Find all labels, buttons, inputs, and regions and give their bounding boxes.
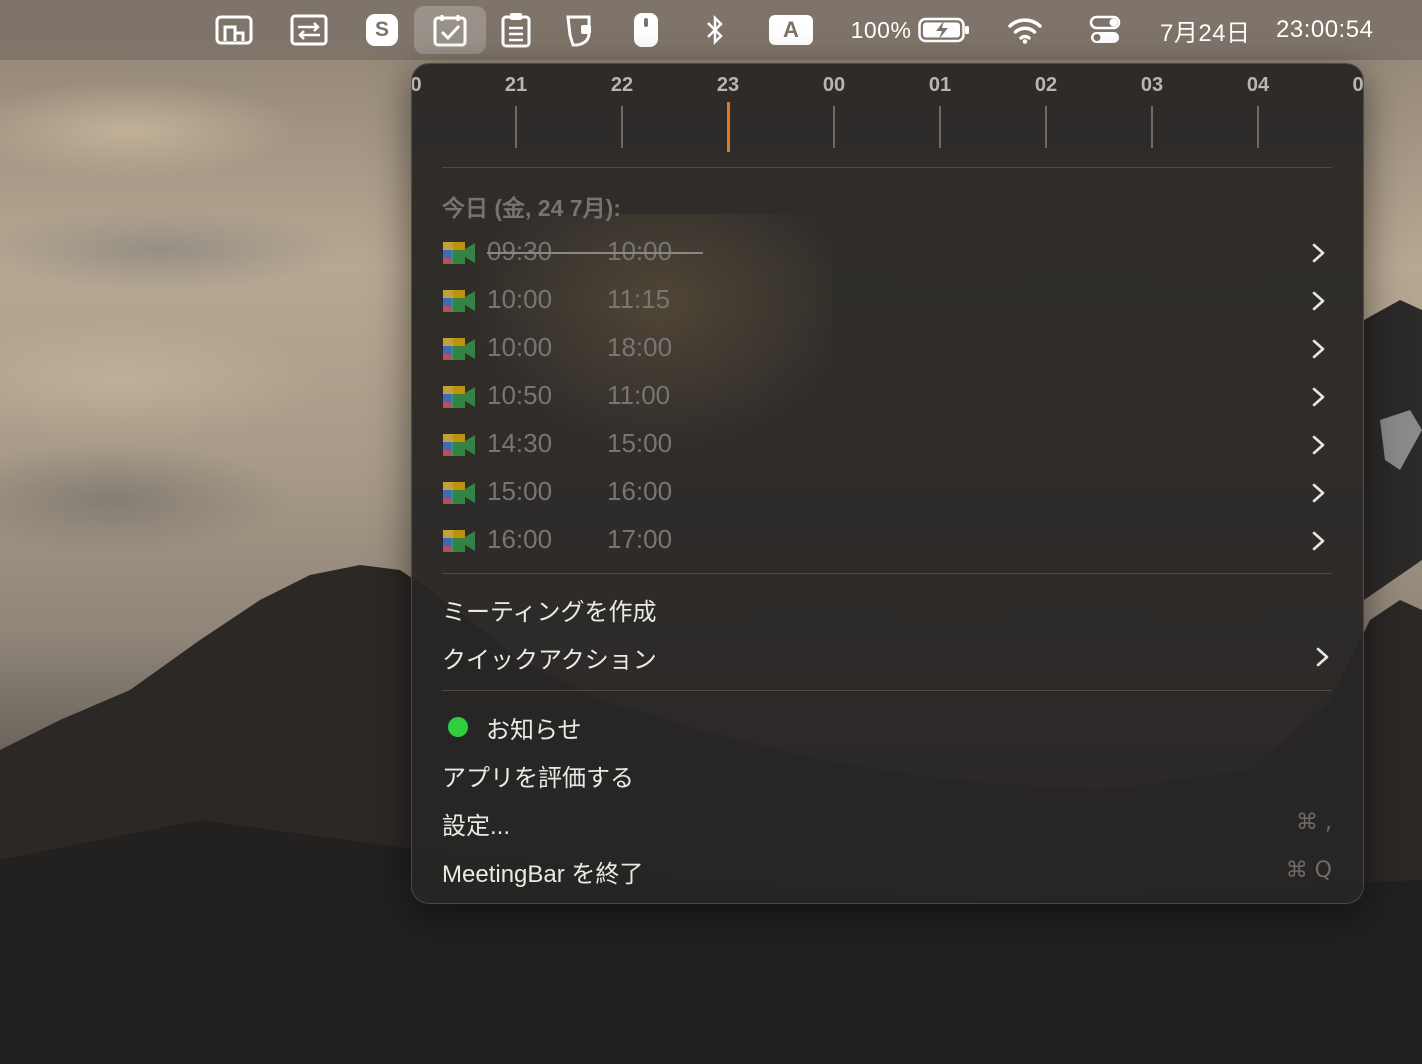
event-start-time: 10:00 [487, 284, 553, 314]
meetingbar-icon[interactable] [430, 0, 470, 60]
preferences-label: 設定... [442, 812, 511, 840]
divider [442, 573, 1332, 574]
timeline-tick [833, 106, 835, 148]
event-strikethrough [487, 252, 703, 254]
create-meeting-label: ミーティングを作成 [442, 598, 657, 626]
today-heading: 今日 (金, 24 7月): [442, 195, 621, 221]
event-row[interactable]: 15:00 16:00 [437, 469, 1342, 517]
event-row[interactable]: 16:00 17:00 [437, 517, 1342, 565]
timeline-hour-label: 23 [716, 74, 740, 96]
timeline-hour-label: 0 [411, 74, 422, 96]
timeline-hour-label: 03 [1140, 74, 1164, 96]
event-row[interactable]: 14:30 15:00 [437, 421, 1342, 469]
event-start-time: 10:00 [487, 332, 553, 362]
google-meet-icon [443, 242, 475, 264]
google-meet-icon [443, 386, 475, 408]
quick-actions-item[interactable]: クイックアクション [442, 634, 1332, 680]
timeline-now-marker [726, 102, 730, 152]
google-meet-icon [443, 338, 475, 360]
clipboard-icon[interactable] [497, 0, 535, 60]
screen-share-icon[interactable] [212, 0, 256, 60]
chevron-right-icon [1316, 647, 1329, 667]
chevron-right-icon [1312, 339, 1325, 359]
menu-bar: S A 100% 7月24日 23:00:54 [0, 0, 1422, 60]
event-end-time: 17:00 [607, 524, 673, 554]
preferences-item[interactable]: 設定... ⌘ , [442, 800, 1332, 846]
event-row[interactable]: 10:00 11:15 [437, 277, 1342, 325]
timeline-hour-label: 22 [610, 74, 634, 96]
google-meet-icon [443, 434, 475, 456]
bottle-icon[interactable] [562, 0, 598, 60]
timeline-tick [939, 106, 941, 148]
event-row[interactable]: 10:00 18:00 [437, 325, 1342, 373]
chevron-right-icon [1312, 243, 1325, 263]
notifications-item[interactable]: お知らせ [442, 704, 1332, 750]
mouse-icon[interactable] [630, 0, 662, 60]
divider [442, 690, 1332, 691]
chevron-right-icon [1312, 435, 1325, 455]
quit-label: MeetingBar を終了 [442, 860, 644, 888]
event-start-time: 16:00 [487, 524, 553, 554]
wifi-icon[interactable] [1005, 0, 1045, 60]
event-end-time: 15:00 [607, 428, 673, 458]
timeline-hour-label: 01 [928, 74, 952, 96]
quick-actions-label: クイックアクション [442, 646, 657, 674]
timeline-tick [1257, 106, 1259, 148]
event-end-time: 11:15 [607, 284, 671, 314]
timeline-hour-label: 0 [1352, 74, 1364, 96]
menubar-time[interactable]: 23:00:54 [1276, 0, 1392, 60]
chevron-right-icon [1312, 483, 1325, 503]
timeline-tick [1045, 106, 1047, 148]
event-end-time: 16:00 [607, 476, 673, 506]
timeline-tick [515, 106, 517, 148]
control-center-icon[interactable] [1086, 0, 1124, 60]
battery-percent: 100% [850, 16, 912, 43]
timeline-tick [1151, 106, 1153, 148]
timeline-hour-label: 21 [504, 74, 528, 96]
chevron-right-icon [1312, 531, 1325, 551]
create-meeting-item[interactable]: ミーティングを作成 [442, 586, 1332, 632]
event-start-time: 14:30 [487, 428, 553, 458]
status-dot-icon [448, 717, 468, 737]
chevron-right-icon [1312, 387, 1325, 407]
event-end-time: 11:00 [607, 380, 671, 410]
skype-icon[interactable]: S [362, 0, 402, 60]
event-start-time: 10:50 [487, 380, 553, 410]
input-source-label: A [783, 17, 799, 42]
chevron-right-icon [1312, 291, 1325, 311]
timeline-tick [621, 106, 623, 148]
timeline-hour-label: 02 [1034, 74, 1058, 96]
google-meet-icon [443, 290, 475, 312]
event-row[interactable]: 10:50 11:00 [437, 373, 1342, 421]
remote-desktop-icon[interactable] [287, 0, 331, 60]
divider [442, 167, 1332, 168]
event-end-time: 18:00 [607, 332, 673, 362]
rate-app-label: アプリを評価する [442, 764, 634, 792]
quit-shortcut: ⌘ Q [1285, 858, 1332, 883]
bluetooth-icon[interactable] [700, 0, 730, 60]
notifications-label: お知らせ [486, 716, 582, 744]
quit-item[interactable]: MeetingBar を終了 ⌘ Q [442, 848, 1332, 894]
event-start-time: 15:00 [487, 476, 553, 506]
timeline-hour-label: 00 [822, 74, 846, 96]
google-meet-icon [443, 482, 475, 504]
timeline-hour-label: 04 [1246, 74, 1270, 96]
google-meet-icon [443, 530, 475, 552]
preferences-shortcut: ⌘ , [1296, 810, 1332, 835]
meetingbar-menu: 0 21 22 23 00 01 02 03 04 0 今日 (金, 24 7月… [411, 63, 1364, 904]
input-source-icon[interactable]: A [768, 0, 814, 60]
event-row-past[interactable]: 09:30 10:00 [437, 229, 1342, 277]
battery-icon[interactable] [916, 0, 972, 60]
skype-label: S [374, 18, 389, 41]
menubar-date[interactable]: 7月24日 [1160, 0, 1266, 60]
rate-app-item[interactable]: アプリを評価する [442, 752, 1332, 798]
